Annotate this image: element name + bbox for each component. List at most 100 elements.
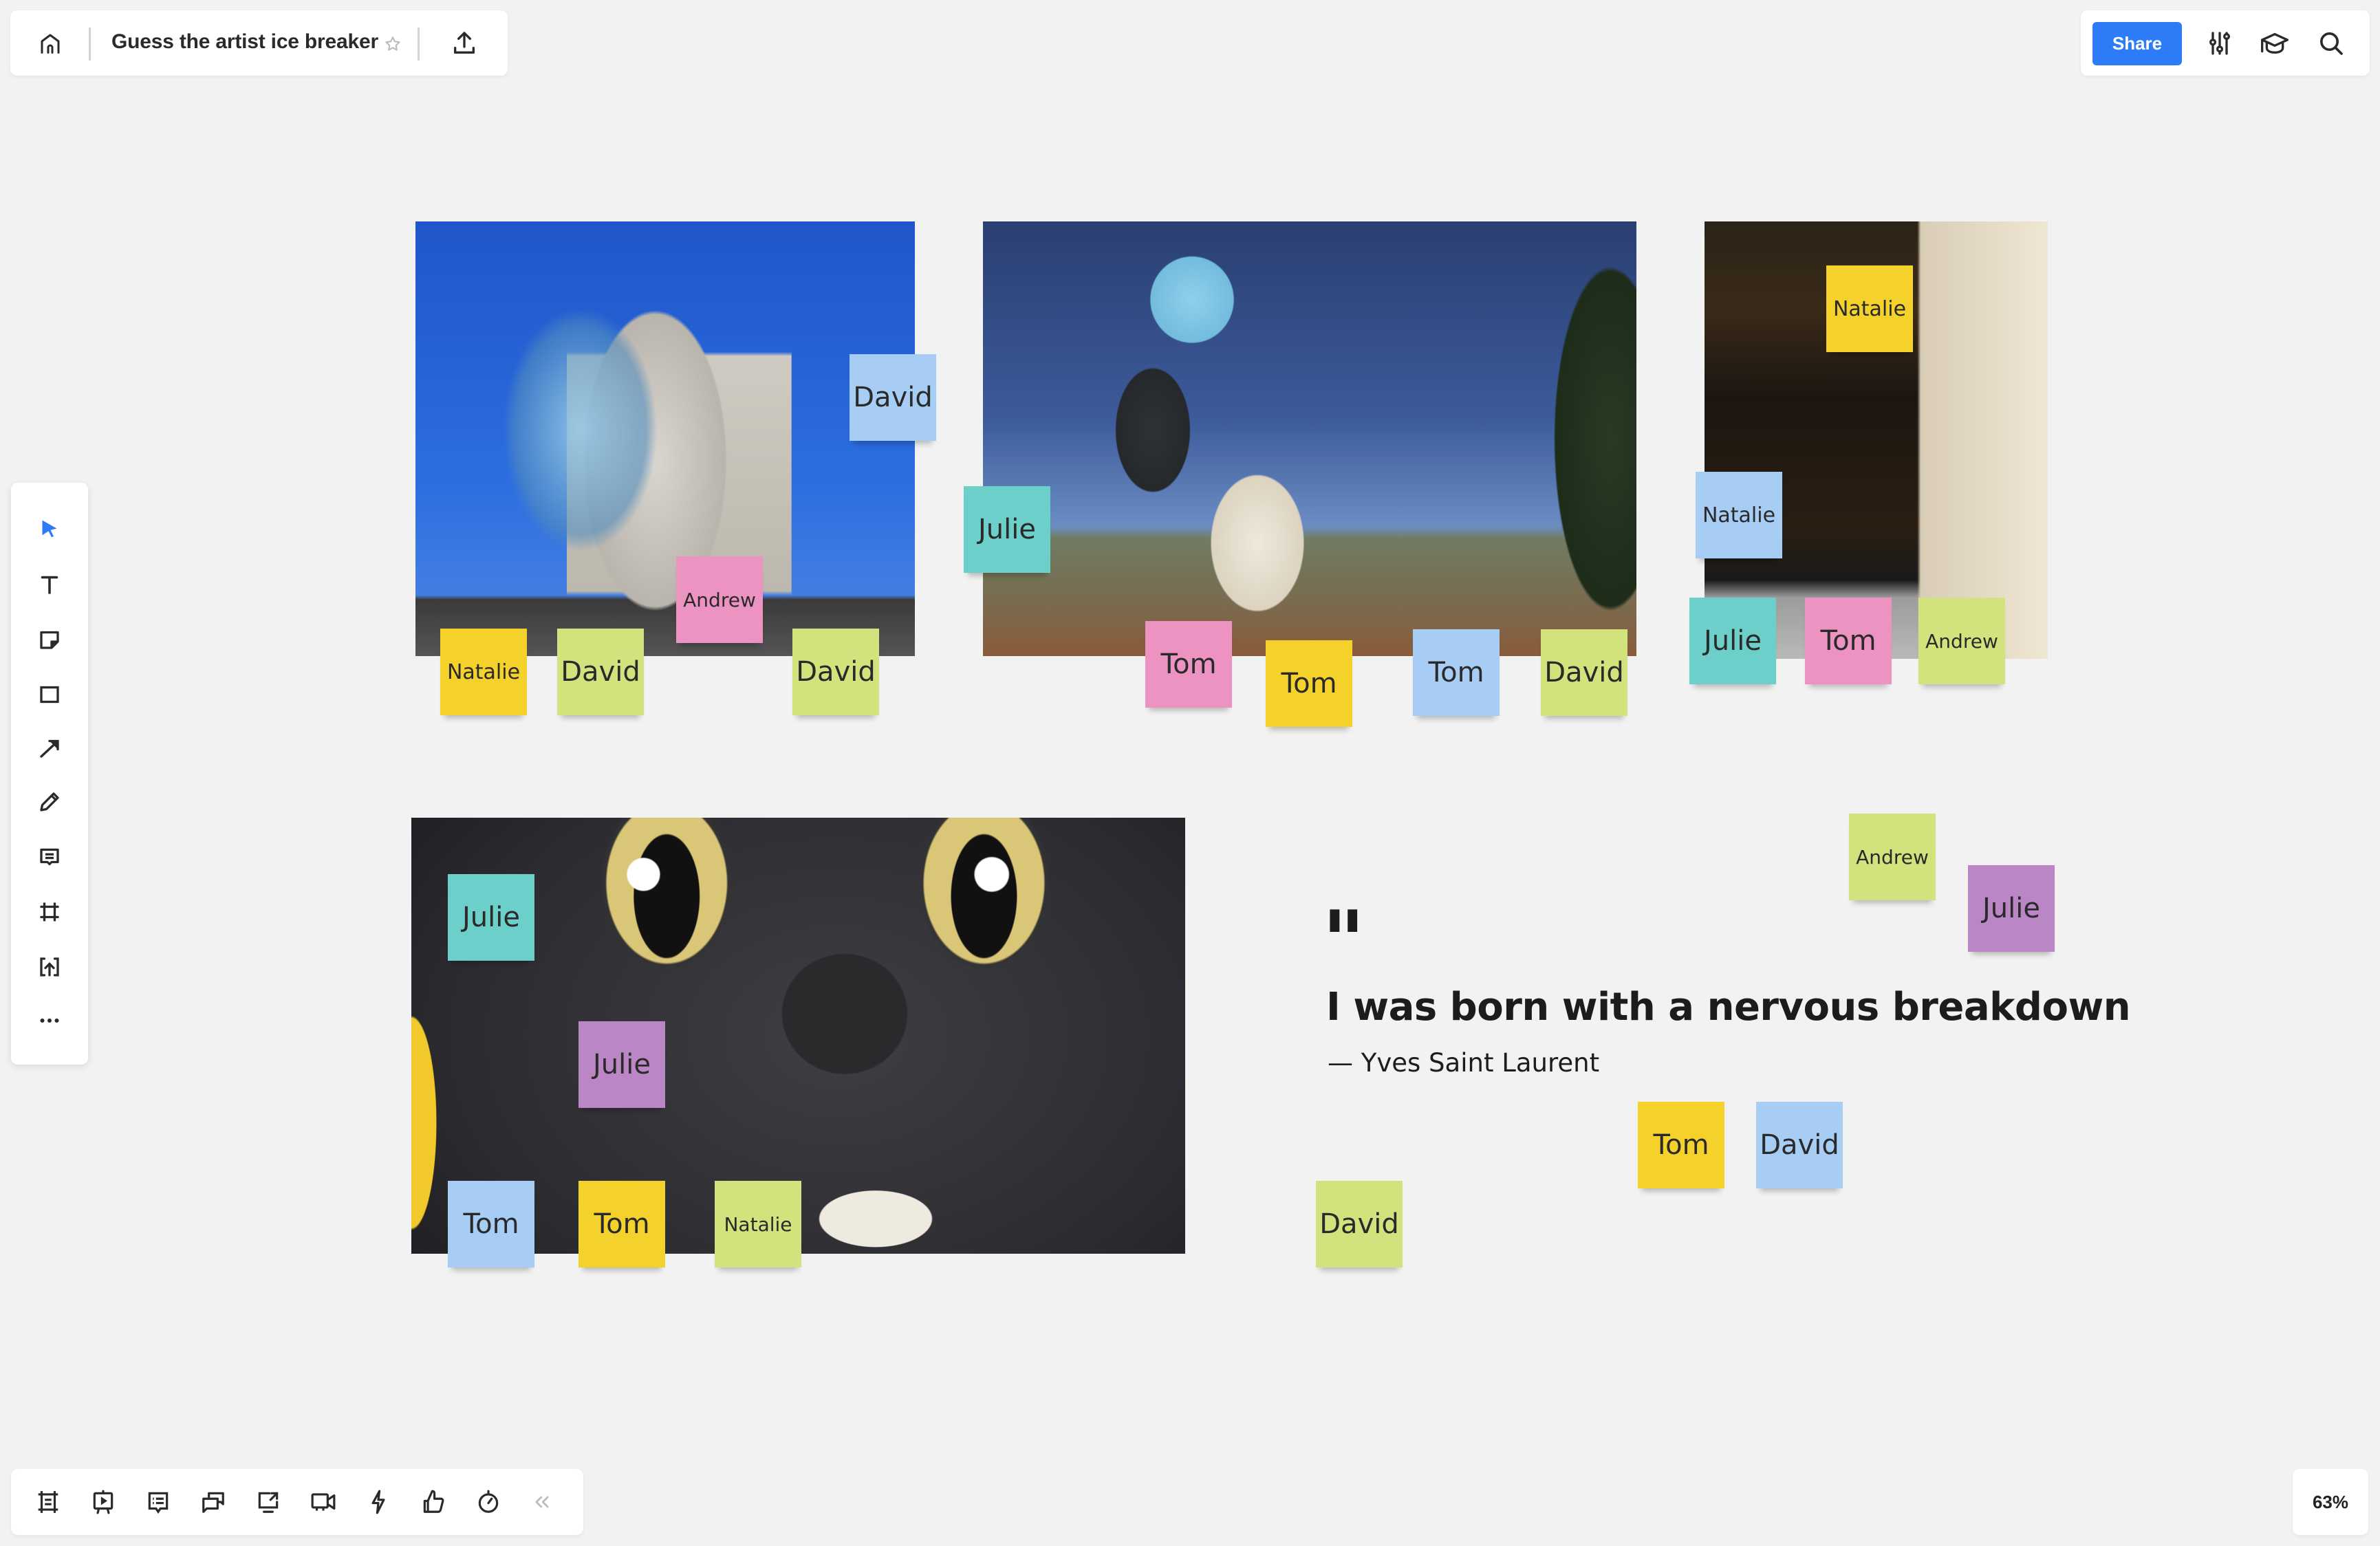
sticky-note[interactable]: Natalie [1826, 265, 1913, 352]
activity-button[interactable] [362, 1485, 395, 1518]
timer-button[interactable] [472, 1485, 505, 1518]
upload-tool[interactable] [32, 949, 67, 985]
learning-center-button[interactable] [2257, 27, 2293, 60]
sticky-note[interactable]: Julie [964, 486, 1050, 573]
zoom-level-value: 63% [2312, 1491, 2349, 1512]
runner-with-dog-photo[interactable] [983, 221, 1636, 656]
search-icon [2320, 32, 2343, 55]
chat-icon [202, 1492, 224, 1513]
sticky-note-text: David [853, 382, 933, 413]
quote-text[interactable]: I was born with a nervous breakdown [1326, 985, 2131, 1030]
sticky-note-text: Tom [1281, 668, 1337, 699]
sticky-note[interactable]: Julie [578, 1021, 665, 1108]
sticky-note[interactable]: David [850, 354, 936, 441]
text-tool[interactable] [32, 567, 67, 602]
comments-button[interactable] [142, 1485, 175, 1518]
thumbs-up-icon [423, 1490, 444, 1513]
sticky-note-text: Tom [463, 1208, 519, 1240]
share-button[interactable]: Share [2092, 22, 2182, 65]
sticky-note[interactable]: Julie [448, 874, 534, 961]
voting-button[interactable] [417, 1485, 450, 1518]
collaboration-toolbar [11, 1469, 583, 1535]
frame-tool[interactable] [32, 894, 67, 930]
sticky-note-text: Tom [1820, 625, 1876, 657]
sticky-note[interactable]: Natalie [1696, 472, 1782, 558]
chat-button[interactable] [197, 1485, 230, 1518]
sticky-note-tool[interactable] [32, 622, 67, 657]
comment-tool[interactable] [32, 839, 67, 875]
frames-button[interactable] [32, 1485, 65, 1518]
sticky-note[interactable]: David [1541, 629, 1627, 716]
quote-mark: " [1322, 894, 1365, 990]
favorite-button[interactable] [382, 33, 404, 55]
collapse-chevrons-icon [535, 1496, 549, 1508]
sticky-note[interactable]: Tom [1145, 621, 1232, 708]
sticky-note-icon [40, 631, 59, 649]
sticky-note-text: David [1544, 657, 1624, 688]
board-title[interactable]: Guess the artist ice breaker [111, 30, 378, 54]
screen-share-icon [258, 1492, 279, 1513]
frames-icon [38, 1491, 58, 1513]
learning-cap-icon [2261, 33, 2289, 54]
sticky-note[interactable]: David [557, 629, 644, 715]
home-button[interactable] [35, 28, 65, 58]
sticky-note-text: Julie [593, 1049, 651, 1080]
board-actions: Share [2081, 10, 2370, 76]
sticky-note[interactable]: David [1756, 1102, 1843, 1188]
sticky-note-text: Andrew [1856, 845, 1929, 869]
sticky-note-text: David [561, 656, 640, 688]
zoom-level-button[interactable]: 63% [2293, 1469, 2368, 1535]
sticky-note[interactable]: Tom [1638, 1102, 1724, 1188]
settings-sliders-icon [2209, 32, 2230, 55]
sticky-note-text: Tom [594, 1208, 650, 1240]
select-tool[interactable] [32, 512, 67, 547]
sticky-note-text: Andrew [683, 588, 756, 611]
board-settings-button[interactable] [2203, 27, 2236, 60]
sticky-note[interactable]: David [792, 629, 879, 715]
dancing-house-photo[interactable] [415, 221, 915, 656]
sticky-note-text: Julie [462, 902, 520, 933]
shape-tool[interactable] [32, 677, 67, 712]
screen-share-button[interactable] [252, 1485, 285, 1518]
sticky-note[interactable]: Natalie [715, 1181, 801, 1267]
comments-list-icon [148, 1492, 169, 1514]
sticky-note[interactable]: Tom [448, 1181, 534, 1267]
sticky-note[interactable]: Julie [1968, 865, 2055, 952]
board-header: Guess the artist ice breaker [10, 10, 508, 76]
sticky-note[interactable]: Tom [1805, 598, 1892, 684]
search-button[interactable] [2315, 27, 2348, 60]
sticky-note[interactable]: Tom [578, 1181, 665, 1267]
sticky-note-text: David [1760, 1129, 1839, 1161]
sticky-note[interactable]: Natalie [440, 629, 527, 715]
pen-icon [40, 792, 59, 812]
quote-author[interactable]: — Yves Saint Laurent [1328, 1048, 1599, 1078]
sticky-note-text: Tom [1653, 1129, 1709, 1161]
sticky-note-text: David [796, 656, 876, 688]
cursor-arrow-icon [42, 520, 57, 538]
home-icon [41, 34, 60, 54]
rectangle-icon [40, 686, 59, 704]
upload-icon [454, 32, 475, 54]
export-button[interactable] [448, 27, 481, 60]
sticky-note-text: Natalie [1832, 296, 1907, 321]
sticky-note[interactable]: David [1316, 1181, 1403, 1267]
sticky-note[interactable]: Andrew [1918, 598, 2005, 684]
frame-icon [40, 902, 59, 922]
sticky-note[interactable]: Julie [1689, 598, 1776, 684]
collapse-toolbar-button[interactable] [530, 1490, 554, 1514]
text-icon [41, 576, 58, 594]
pen-tool[interactable] [32, 784, 67, 820]
presentation-button[interactable] [87, 1485, 120, 1518]
divider [418, 28, 420, 61]
sticky-note[interactable]: Tom [1266, 640, 1352, 727]
arrow-icon [40, 739, 59, 758]
more-tools-button[interactable] [32, 1003, 67, 1038]
sticky-note[interactable]: Tom [1413, 629, 1500, 716]
connection-line-tool[interactable] [32, 730, 67, 766]
timer-icon [478, 1490, 499, 1513]
sticky-note-text: Natalie [1702, 503, 1776, 527]
sticky-note[interactable]: Andrew [1849, 814, 1936, 900]
sticky-note[interactable]: Andrew [676, 556, 763, 643]
star-icon [385, 36, 400, 51]
video-call-button[interactable] [307, 1485, 340, 1518]
